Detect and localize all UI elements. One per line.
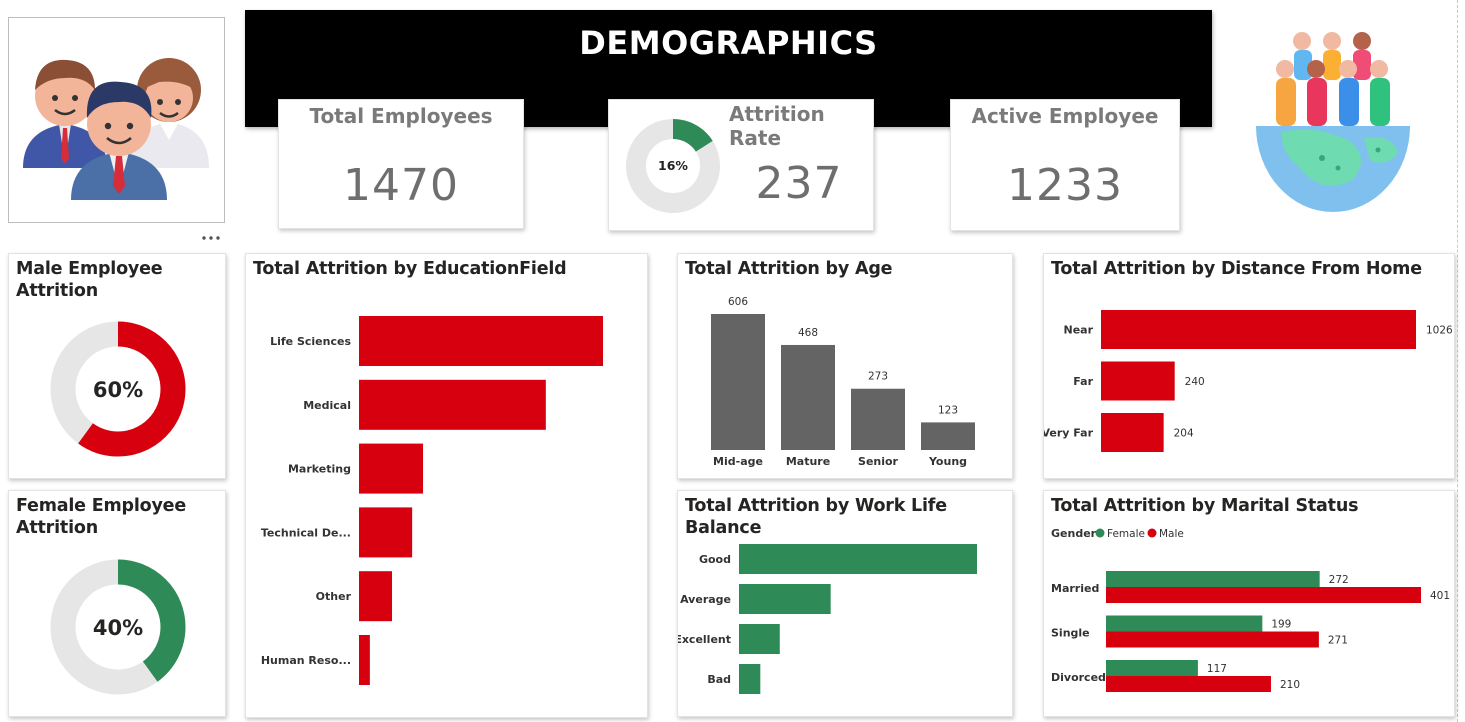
female-attrition-donut: 40% [50, 559, 186, 695]
education-bar [359, 507, 413, 558]
worklife-bar-chart: Good Average Excellent Bad [678, 544, 977, 694]
female-attrition-label: 40% [93, 616, 143, 640]
female-attrition-card[interactable]: Female Employee Attrition 40% [8, 490, 226, 717]
marital-bar-chart: Gender Female Male Married 272 401 Single 199 27… [1051, 527, 1450, 692]
more-options-icon[interactable] [199, 230, 223, 244]
age-category-label: Mature [786, 455, 830, 468]
distance-category-label: Far [1073, 375, 1093, 388]
education-category-label: Other [316, 590, 352, 603]
marital-bar-male [1106, 587, 1421, 603]
distance-bar [1101, 361, 1175, 401]
kpi-attrition-rate-label: Attrition Rate [729, 102, 825, 150]
male-attrition-card[interactable]: Male Employee Attrition 60% [8, 253, 226, 479]
worklife-bar [739, 624, 780, 654]
marital-legend-label: Female [1107, 528, 1145, 540]
marital-legend-marker [1095, 528, 1105, 538]
distance-category-label: Very Far [1044, 427, 1094, 440]
age-category-label: Mid-age [713, 455, 763, 468]
attrition-rate-donut-label: 16% [658, 158, 688, 173]
distance-chart-card[interactable]: Total Attrition by Distance From Home Ne… [1043, 253, 1455, 479]
distance-data-label: 1026 [1426, 325, 1453, 337]
marital-data-label: 272 [1329, 574, 1349, 586]
worklife-category-label: Bad [707, 673, 731, 686]
age-data-label: 468 [798, 327, 818, 339]
kpi-total-employees-value: 1470 [343, 160, 459, 211]
education-category-label: Life Sciences [270, 335, 351, 348]
male-attrition-label: 60% [93, 378, 143, 402]
marital-data-label: 210 [1280, 679, 1300, 691]
marital-bar-female [1106, 571, 1320, 587]
education-category-label: Technical De... [261, 526, 351, 539]
marital-legend-title: Gender [1051, 527, 1097, 540]
worklife-category-label: Average [680, 593, 731, 606]
worklife-chart-card[interactable]: Total Attrition by Work Life Balance Goo… [677, 490, 1013, 717]
education-category-label: Human Reso... [261, 654, 351, 667]
page-boundary-line [1457, 0, 1458, 722]
age-bar [781, 344, 835, 450]
marital-data-label: 271 [1328, 635, 1348, 647]
distance-data-label: 240 [1185, 376, 1205, 388]
world-people-icon [1256, 32, 1410, 212]
page-title: DEMOGRAPHICS [579, 24, 878, 62]
education-bar [359, 571, 393, 622]
marital-bar-female [1106, 660, 1198, 676]
kpi-active-employee-value: 1233 [1007, 160, 1123, 211]
kpi-total-employees[interactable]: Total Employees 1470 [278, 99, 524, 229]
age-bar [711, 314, 765, 450]
marital-category-label: Single [1051, 627, 1090, 640]
education-bar [359, 635, 370, 685]
education-bar [359, 316, 603, 366]
marital-data-label: 199 [1271, 619, 1291, 631]
marital-legend-marker [1147, 528, 1157, 538]
kpi-total-employees-label: Total Employees [309, 104, 493, 128]
age-category-label: Senior [858, 455, 899, 468]
age-column-chart: 606 Mid-age 468 Mature 273 Senior 123 Young [711, 296, 975, 468]
marital-legend-label: Male [1159, 528, 1184, 540]
marital-category-label: Married [1051, 582, 1099, 595]
marital-bar-male [1106, 631, 1319, 648]
distance-bar [1101, 413, 1164, 452]
education-bar-chart: Life Sciences Medical Marketing Technical D… [261, 316, 603, 685]
employees-image-frame [8, 17, 225, 223]
employees-group-icon [23, 58, 209, 200]
kpi-active-employee[interactable]: Active Employee 1233 [950, 99, 1180, 231]
marital-data-label: 401 [1430, 590, 1450, 602]
worklife-bar [739, 584, 831, 614]
distance-category-label: Near [1063, 324, 1093, 337]
education-bar [359, 379, 546, 430]
education-category-label: Medical [303, 399, 351, 412]
age-bar [851, 388, 905, 450]
worklife-category-label: Excellent [678, 633, 731, 646]
female-attrition-title: Female Employee Attrition [16, 496, 187, 538]
education-bar [359, 443, 424, 494]
male-attrition-donut: 60% [50, 321, 186, 457]
education-category-label: Marketing [288, 463, 351, 476]
male-attrition-title: Male Employee Attrition [16, 259, 163, 301]
marital-category-label: Divorced [1051, 671, 1106, 684]
attrition-rate-donut: 16% [626, 119, 720, 213]
worklife-bar [739, 544, 977, 574]
marital-bar-male [1106, 676, 1271, 692]
education-chart-card[interactable]: Total Attrition by EducationField Life S… [245, 253, 648, 718]
marital-data-label: 117 [1207, 663, 1227, 675]
marital-chart-card[interactable]: Total Attrition by Marital Status Gender… [1043, 490, 1455, 717]
worklife-bar [739, 664, 761, 694]
worklife-category-label: Good [699, 553, 731, 566]
distance-bar [1101, 310, 1416, 349]
age-data-label: 123 [938, 404, 958, 416]
age-data-label: 273 [868, 371, 888, 383]
age-bar [921, 422, 975, 450]
kpi-active-employee-label: Active Employee [971, 104, 1159, 128]
kpi-attrition-rate-value: 237 [755, 158, 843, 209]
kpi-attrition-rate[interactable]: Attrition Rate 16% 237 [608, 99, 874, 231]
age-chart-card[interactable]: Total Attrition by Age 606 Mid-age 468 Matu… [677, 253, 1013, 479]
distance-data-label: 204 [1174, 428, 1194, 440]
age-data-label: 606 [728, 296, 748, 308]
distance-bar-chart: Near 1026 Far 240 Very Far 204 [1044, 310, 1453, 452]
marital-bar-female [1106, 615, 1263, 632]
age-category-label: Young [928, 455, 967, 468]
